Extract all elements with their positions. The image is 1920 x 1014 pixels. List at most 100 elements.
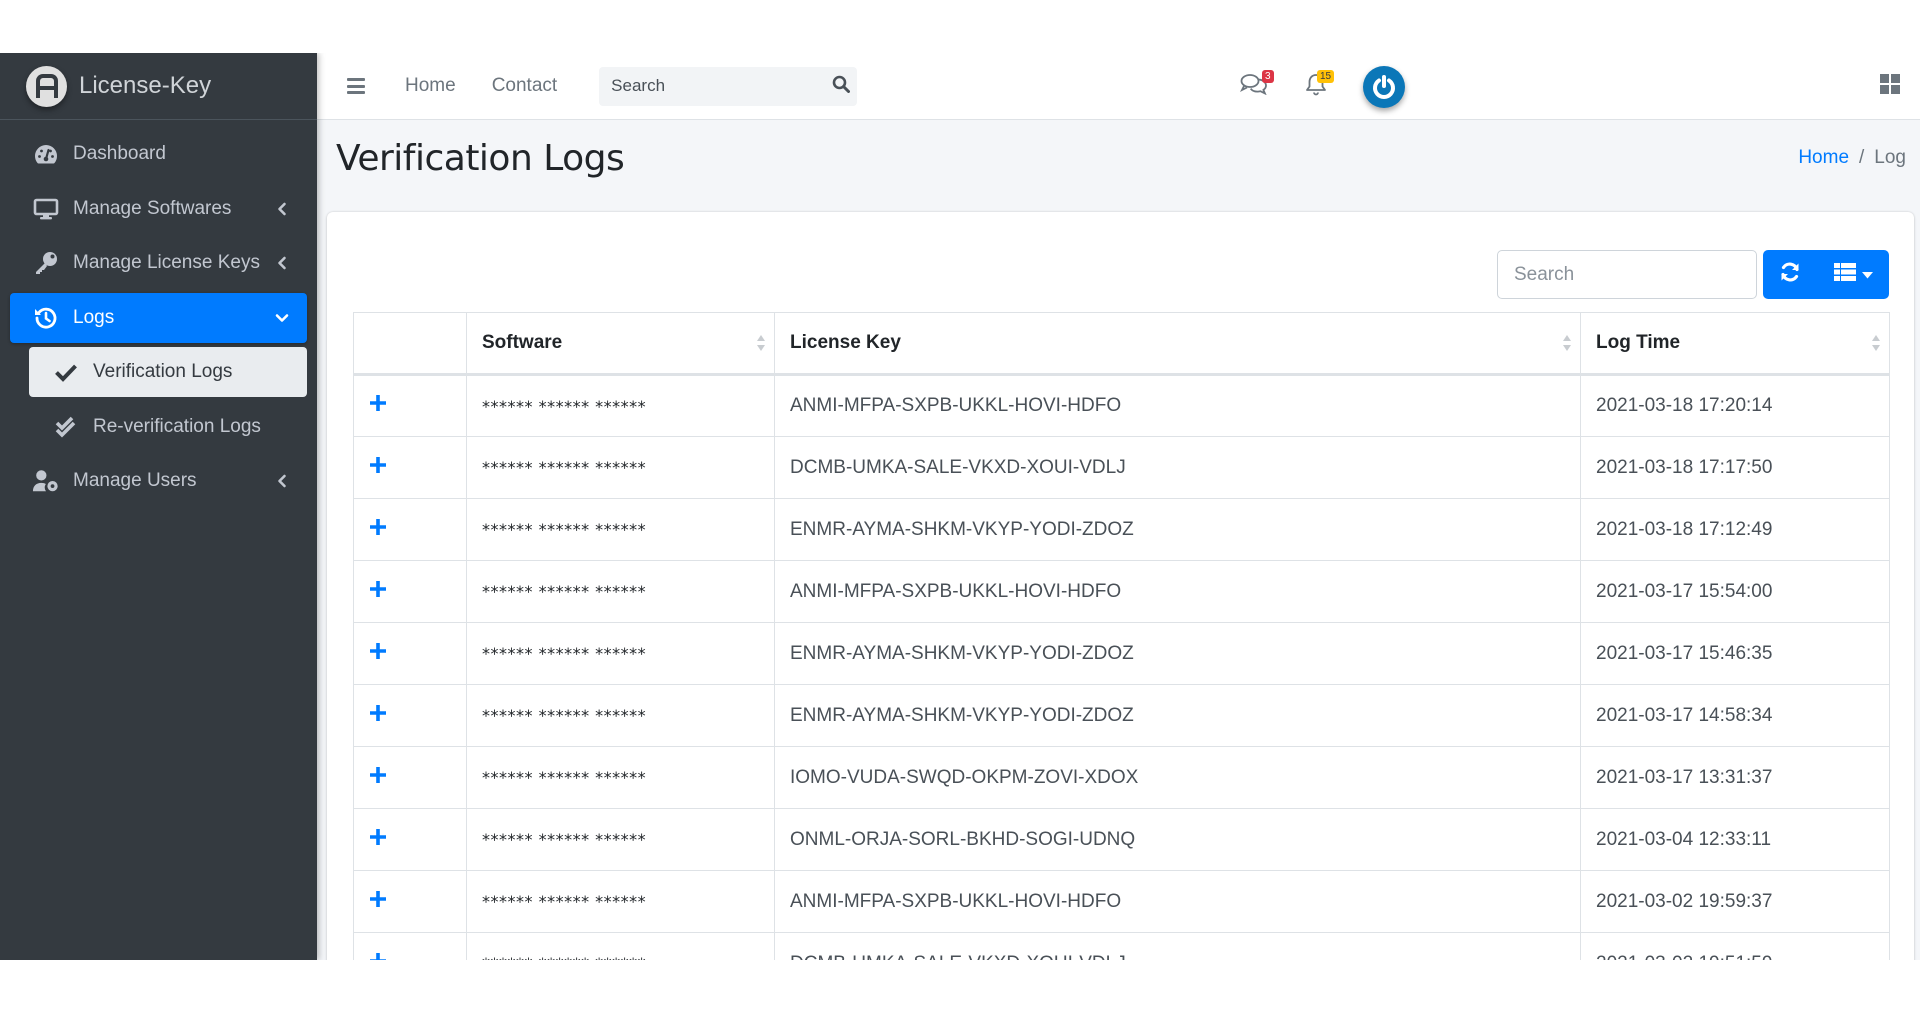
- expand-row-plus-icon[interactable]: [369, 952, 387, 960]
- software-cell: ****** ****** ******: [466, 436, 775, 499]
- column-header-label: License Key: [790, 332, 901, 353]
- apps-grid-button[interactable]: [1880, 53, 1900, 120]
- table-search-input[interactable]: [1497, 250, 1757, 299]
- license-key-cell: ENMR-AYMA-SHKM-VKYP-YODI-ZDOZ: [774, 622, 1581, 685]
- table-row: ****** ****** ****** ANMI-MFPA-SXPB-UKKL…: [353, 870, 1890, 933]
- check-icon: [53, 361, 79, 383]
- software-cell: ****** ****** ******: [466, 374, 775, 437]
- software-cell: ****** ****** ******: [466, 560, 775, 623]
- expand-row-plus-icon[interactable]: [369, 890, 387, 908]
- expand-row-plus-icon[interactable]: [369, 580, 387, 598]
- expand-cell: [353, 560, 467, 623]
- navbar-search-input[interactable]: [611, 76, 833, 96]
- license-key-cell: ENMR-AYMA-SHKM-VKYP-YODI-ZDOZ: [774, 684, 1581, 747]
- sidebar-item-label: Dashboard: [73, 143, 166, 164]
- logout-button[interactable]: [1363, 53, 1405, 120]
- table-row: ****** ****** ****** ANMI-MFPA-SXPB-UKKL…: [353, 374, 1890, 437]
- expand-cell: [353, 622, 467, 685]
- column-header-log-time[interactable]: Log Time: [1580, 312, 1890, 376]
- columns-toggle-button[interactable]: [1817, 250, 1889, 299]
- expand-row-plus-icon[interactable]: [369, 394, 387, 412]
- sidebar-subitem-re-verification-logs[interactable]: Re-verification Logs: [29, 402, 307, 452]
- license-key-cell: ENMR-AYMA-SHKM-VKYP-YODI-ZDOZ: [774, 498, 1581, 561]
- notifications-button[interactable]: 15: [1304, 53, 1335, 120]
- desktop-icon: [32, 197, 60, 221]
- software-cell: ****** ****** ******: [466, 746, 775, 809]
- table-row: ****** ****** ****** ENMR-AYMA-SHKM-VKYP…: [353, 498, 1890, 561]
- column-header-expand: [353, 312, 467, 376]
- software-cell: ****** ****** ******: [466, 684, 775, 747]
- expand-row-plus-icon[interactable]: [369, 766, 387, 784]
- brand-link[interactable]: License-Key: [0, 53, 317, 120]
- table-row: ****** ****** ****** ANMI-MFPA-SXPB-UKKL…: [353, 560, 1890, 623]
- hamburger-menu-icon[interactable]: [347, 78, 365, 94]
- nav-link-contact[interactable]: Contact: [492, 75, 557, 97]
- sidebar-item-manage-softwares[interactable]: Manage Softwares: [10, 184, 307, 234]
- sidebar-item-label: Logs: [73, 306, 115, 328]
- messages-button[interactable]: 3: [1239, 53, 1274, 120]
- column-header-label: Log Time: [1596, 332, 1681, 353]
- sort-icon: [1563, 335, 1571, 351]
- software-cell: ****** ****** ******: [466, 498, 775, 561]
- column-header-software[interactable]: Software: [466, 312, 775, 376]
- sidebar-item-dashboard[interactable]: Dashboard: [10, 129, 307, 179]
- chevron-left-icon: [275, 474, 289, 488]
- sidebar-subitem-verification-logs[interactable]: Verification Logs: [29, 347, 307, 397]
- table-body: ****** ****** ****** ANMI-MFPA-SXPB-UKKL…: [353, 374, 1890, 960]
- history-icon: [32, 306, 60, 330]
- expand-cell: [353, 932, 467, 960]
- key-icon: [32, 251, 60, 275]
- top-navbar: Home Contact 3 15: [317, 53, 1920, 120]
- table-row: ****** ****** ****** DCMB-UMKA-SALE-VKXD…: [353, 932, 1890, 960]
- sidebar-item-label: Manage Users: [73, 470, 197, 491]
- license-key-cell: ANMI-MFPA-SXPB-UKKL-HOVI-HDFO: [774, 870, 1581, 933]
- license-key-cell: DCMB-UMKA-SALE-VKXD-XOUI-VDLJ: [774, 436, 1581, 499]
- expand-row-plus-icon[interactable]: [369, 828, 387, 846]
- license-key-cell: ONML-ORJA-SORL-BKHD-SOGI-UDNQ: [774, 808, 1581, 871]
- table-row: ****** ****** ****** ENMR-AYMA-SHKM-VKYP…: [353, 622, 1890, 685]
- breadcrumb: Home / Log: [1798, 147, 1906, 169]
- log-time-cell: 2021-03-02 19:59:37: [1580, 870, 1890, 933]
- nav-link-home[interactable]: Home: [405, 75, 456, 97]
- license-key-cell: DCMB-UMKA-SALE-VKXD-XOUI-VDLJ: [774, 932, 1581, 960]
- sidebar-nav: Dashboard Manage Softwares Manage Licens…: [0, 129, 317, 506]
- expand-row-plus-icon[interactable]: [369, 518, 387, 536]
- sidebar-item-manage-users[interactable]: Manage Users: [10, 456, 307, 506]
- sidebar-item-label: Manage License Keys: [73, 252, 260, 273]
- log-time-cell: 2021-03-17 14:58:34: [1580, 684, 1890, 747]
- log-time-cell: 2021-03-17 13:31:37: [1580, 746, 1890, 809]
- sort-icon: [1872, 335, 1880, 351]
- breadcrumb-home[interactable]: Home: [1798, 147, 1849, 169]
- table-row: ****** ****** ****** ONML-ORJA-SORL-BKHD…: [353, 808, 1890, 871]
- log-time-cell: 2021-03-17 15:54:00: [1580, 560, 1890, 623]
- expand-row-plus-icon[interactable]: [369, 456, 387, 474]
- log-time-cell: 2021-03-04 12:33:11: [1580, 808, 1890, 871]
- log-time-cell: 2021-03-17 15:46:35: [1580, 622, 1890, 685]
- navbar-search: [599, 66, 858, 106]
- expand-cell: [353, 870, 467, 933]
- table-header-row: Software License Key Log Time: [353, 312, 1890, 376]
- page-title: Verification Logs: [336, 138, 625, 179]
- refresh-button[interactable]: [1763, 250, 1817, 299]
- sidebar-item-label: Manage Softwares: [73, 197, 232, 219]
- sidebar: License-Key Dashboard Manage Softwares M…: [0, 53, 317, 960]
- logs-card: Software License Key Log Time: [327, 212, 1914, 960]
- sidebar-item-manage-license-keys[interactable]: Manage License Keys: [10, 238, 307, 288]
- breadcrumb-current: Log: [1874, 147, 1906, 168]
- verification-logs-table: Software License Key Log Time ****** ***…: [353, 312, 1890, 960]
- expand-row-plus-icon[interactable]: [369, 642, 387, 660]
- software-cell: ****** ****** ******: [466, 870, 775, 933]
- log-time-cell: 2021-03-18 17:17:50: [1580, 436, 1890, 499]
- expand-cell: [353, 374, 467, 437]
- column-header-license-key[interactable]: License Key: [774, 312, 1581, 376]
- search-icon[interactable]: [832, 75, 851, 98]
- expand-row-plus-icon[interactable]: [369, 704, 387, 722]
- notifications-count-badge: 15: [1317, 70, 1335, 83]
- sidebar-item-logs[interactable]: Logs: [10, 292, 307, 343]
- log-time-cell: 2021-03-02 19:51:59: [1580, 932, 1890, 960]
- brand-logo-icon: [26, 65, 67, 107]
- table-row: ****** ****** ****** IOMO-VUDA-SWQD-OKPM…: [353, 746, 1890, 809]
- chevron-down-icon: [275, 311, 289, 325]
- brand-name: License-Key: [79, 72, 212, 99]
- sort-icon: [757, 335, 765, 351]
